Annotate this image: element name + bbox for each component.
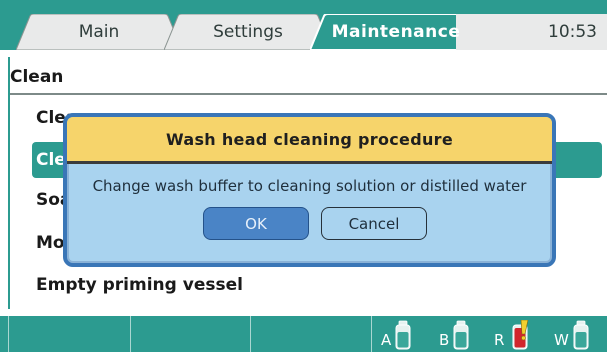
bottle-w-letter: W — [554, 331, 569, 349]
bottom-slot-2[interactable] — [130, 316, 251, 352]
tab-settings-label: Settings — [213, 22, 283, 42]
bottle-r: R — [494, 318, 533, 350]
bottom-slot-1[interactable] — [8, 316, 131, 352]
bottle-a-letter: A — [381, 331, 392, 349]
bottle-b: B — [439, 318, 470, 350]
tab-main-label: Main — [78, 22, 120, 42]
bottom-slot-3[interactable] — [251, 316, 372, 352]
bottle-icon — [573, 320, 589, 350]
bottom-bar: A B R W — [0, 316, 607, 352]
dialog-title: Wash head cleaning procedure — [67, 117, 552, 164]
dialog: Wash head cleaning procedure Change wash… — [63, 113, 556, 267]
clock: 10:53 — [548, 22, 597, 42]
tab-maintenance-label: Maintenance — [331, 22, 461, 42]
list-item-empty-priming-vessel[interactable]: Empty priming vessel — [36, 266, 243, 304]
bottle-icon — [453, 320, 469, 350]
bottle-b-letter: B — [439, 331, 450, 349]
section-divider — [10, 93, 607, 95]
tab-settings[interactable]: Settings — [164, 14, 332, 50]
bottle-w: W — [554, 318, 590, 350]
bottle-a: A — [381, 318, 412, 350]
tab-main[interactable]: Main — [16, 14, 182, 50]
bottle-icon — [395, 320, 411, 350]
cancel-button[interactable]: Cancel — [321, 207, 427, 240]
ok-button[interactable]: OK — [203, 207, 309, 240]
dialog-message: Change wash buffer to cleaning solution … — [92, 177, 527, 195]
section-title: Clean — [10, 67, 64, 87]
bottle-r-letter: R — [494, 331, 505, 349]
screen: Main Settings Maintenance 10:53 Clean Cl… — [0, 0, 607, 352]
tab-bar: Main Settings Maintenance 10:53 — [0, 0, 607, 50]
bottle-warning-icon — [512, 320, 529, 350]
